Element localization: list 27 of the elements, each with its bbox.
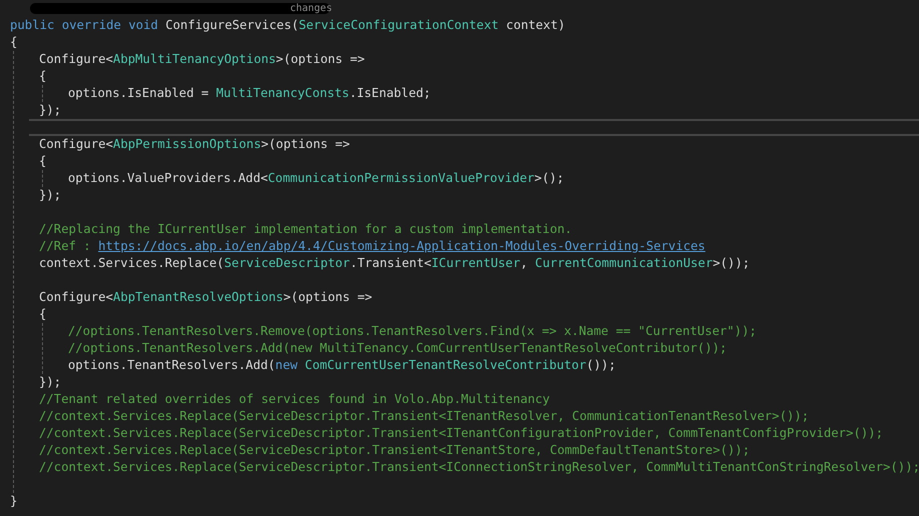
code-line: //context.Services.Replace(ServiceDescriptor.Transient<ITenantResolver, CommunicationTenantResolver>()); <box>39 408 809 425</box>
code-line: options.IsEnabled = MultiTenancyConsts.IsEnabled; <box>68 85 431 102</box>
code-line: //options.TenantResolvers.Remove(options.TenantResolvers.Find(x => x.Name == "CurrentUser")); <box>68 323 757 340</box>
code-line: //Tenant related overrides of services found in Volo.Abp.Multitenancy <box>39 391 550 408</box>
code-line: }); <box>39 102 62 119</box>
code-line: } <box>10 493 18 510</box>
code-line: //context.Services.Replace(ServiceDescriptor.Transient<ITenantStore, CommDefaultTenantStore>()); <box>39 442 750 459</box>
code-line: }); <box>39 187 62 204</box>
code-text: changes <box>290 2 332 16</box>
code-line: //Replacing the ICurrentUser implementation for a custom implementation. <box>39 221 572 238</box>
code-line: //options.TenantResolvers.Add(new MultiTenancy.ComCurrentUserTenantResolveContributor()); <box>68 340 727 357</box>
code-line: Configure<AbpMultiTenancyOptions>(options => <box>39 51 365 68</box>
code-line: //context.Services.Replace(ServiceDescriptor.Transient<ITenantConfigurationProvider, CommTenantConfigProvider>()); <box>39 425 883 442</box>
code-line: { <box>39 153 46 170</box>
code-line: context.Services.Replace(ServiceDescriptor.Transient<ICurrentUser, CurrentCommunicationUser>()); <box>39 255 750 272</box>
code-comment: //Ref : <box>39 238 92 255</box>
code-line: Configure<AbpTenantResolveOptions>(options => <box>39 289 372 306</box>
code-line: { <box>39 68 46 85</box>
code-line: { <box>10 34 18 51</box>
code-line: options.ValueProviders.Add<CommunicationPermissionValueProvider>(); <box>68 170 564 187</box>
doc-link[interactable]: https://docs.abp.io/en/abp/4.4/Customizing-Application-Modules-Overriding-Services <box>98 238 706 255</box>
code-line: public override void ConfigureServices(ServiceConfigurationContext context) <box>10 17 566 34</box>
code-line: }); <box>39 374 62 391</box>
code-line: Configure<AbpPermissionOptions>(options => <box>39 136 350 153</box>
code-line: //context.Services.Replace(ServiceDescriptor.Transient<IConnectionStringResolver, CommMultiTenantConStringResolver>()); <box>39 459 919 476</box>
code-line: options.TenantResolvers.Add(new ComCurrentUserTenantResolveContributor()); <box>68 357 616 374</box>
code-line: { <box>39 306 46 323</box>
